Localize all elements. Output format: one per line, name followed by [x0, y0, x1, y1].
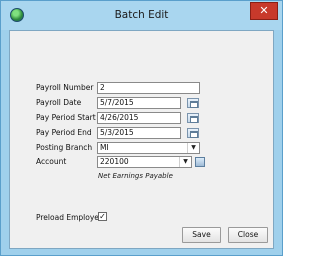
preload-employees-checkbox[interactable]: ✓: [98, 212, 107, 221]
pay-period-start-input[interactable]: 4/26/2015: [97, 112, 181, 124]
pay-period-end-calendar-icon[interactable]: [187, 128, 199, 138]
account-select[interactable]: 220100 ▼: [97, 156, 192, 168]
posting-branch-select[interactable]: MI ▼: [97, 142, 200, 154]
close-button[interactable]: Close: [228, 227, 268, 243]
chevron-down-icon[interactable]: ▼: [187, 143, 199, 153]
batch-edit-window: Batch Edit ✕ Payroll Number 2 Payroll Da…: [0, 0, 283, 256]
window-close-button[interactable]: ✕: [250, 2, 278, 20]
account-label: Account: [36, 157, 67, 166]
posting-branch-value: MI: [100, 143, 109, 152]
payroll-date-label: Payroll Date: [36, 98, 82, 107]
pay-period-start-calendar-icon[interactable]: [187, 113, 199, 123]
preload-employees-label: Preload Employees: [36, 213, 108, 222]
save-button[interactable]: Save: [182, 227, 221, 243]
account-value: 220100: [100, 157, 129, 166]
payroll-number-input[interactable]: 2: [97, 82, 200, 94]
payroll-date-input[interactable]: 5/7/2015: [97, 97, 181, 109]
pay-period-start-label: Pay Period Start: [36, 113, 96, 122]
account-lookup-icon[interactable]: [195, 157, 205, 167]
account-description: Net Earnings Payable: [98, 172, 173, 180]
payroll-date-calendar-icon[interactable]: [187, 98, 199, 108]
payroll-number-label: Payroll Number: [36, 83, 94, 92]
chevron-down-icon[interactable]: ▼: [179, 157, 191, 167]
pay-period-end-input[interactable]: 5/3/2015: [97, 127, 181, 139]
title-bar: Batch Edit ✕: [1, 1, 282, 30]
window-title: Batch Edit: [114, 9, 169, 21]
form-panel: Payroll Number 2 Payroll Date 5/7/2015 P…: [9, 30, 274, 249]
posting-branch-label: Posting Branch: [36, 143, 93, 152]
pay-period-end-label: Pay Period End: [36, 128, 92, 137]
